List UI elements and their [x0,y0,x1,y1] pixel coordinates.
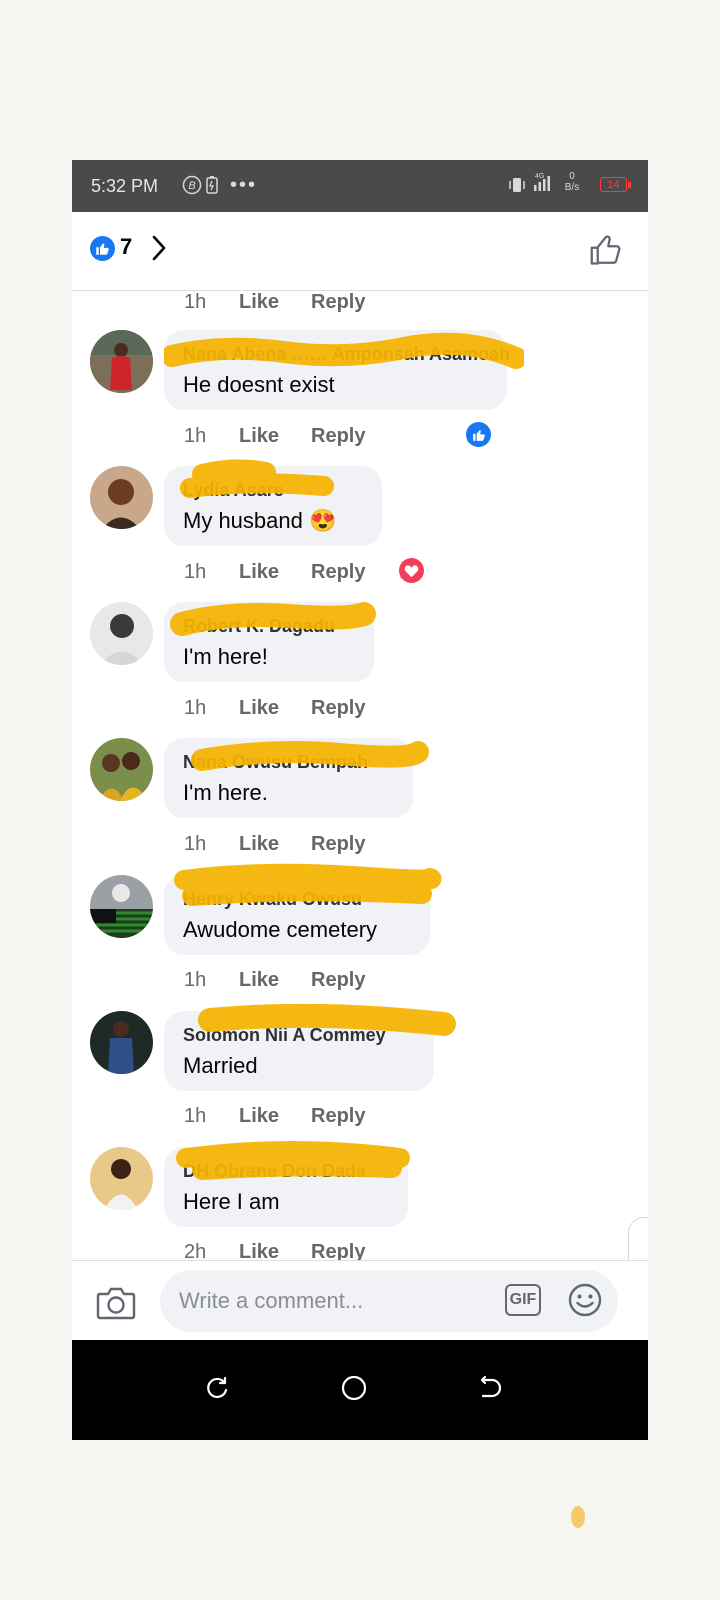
love-reaction-icon [399,558,424,583]
reply-button[interactable]: Reply [311,966,365,994]
reactions-header: 7 [72,212,648,291]
like-button[interactable]: Like [239,830,279,858]
comment-time: 1h [184,561,207,583]
system-navigation-bar [72,1340,648,1440]
commenter-name[interactable]: Nana Abena …… Amponsah Asamoah [183,344,510,365]
commenter-name[interactable]: Nana Owusu Bempah [183,752,368,773]
chevron-right-icon[interactable] [150,234,168,267]
comment-meta: 1h Like Reply 1 [184,558,484,586]
comment-time: 1h [184,697,207,719]
comment-input[interactable] [160,1270,618,1332]
signal-icon: 4G [531,171,555,200]
status-time: 5:32 PM [91,176,159,196]
comment-meta: 1h Like Reply [184,694,404,722]
emoji-icon[interactable] [567,1282,603,1323]
avatar[interactable] [90,466,153,529]
back-icon[interactable] [476,1374,504,1407]
comment-meta: 1h Like Reply [184,830,404,858]
comment-bubble[interactable]: Robert K. Dagadu I'm here! [164,602,374,682]
network-speed: 0 B/s [561,171,583,193]
commenter-name[interactable]: Robert K. Dagadu [183,616,335,637]
comment-text: Awudome cemetery [183,917,378,942]
reply-button[interactable]: Reply [311,1238,365,1260]
comment-bubble[interactable]: Lydia Asare My husband 😍 [164,466,382,546]
comment-meta: 2h Like Reply [184,1238,404,1260]
avatar[interactable] [90,1147,153,1210]
avatar[interactable] [90,1011,153,1074]
comment-time: 1h [184,969,207,991]
comment-text: My husband 😍 [183,508,337,533]
bluetooth-icon: B [182,175,202,200]
reply-button[interactable]: Reply [311,830,365,858]
reaction-count[interactable]: 7 [120,234,132,260]
comment-bubble[interactable]: Henry Kwaku Owusu Awudome cemetery [164,875,430,955]
comment-time: 1h [184,291,207,313]
comments-list[interactable]: 1h Like Reply Nana Abena …… Amponsah Asa… [72,290,648,1260]
vibrate-icon [508,175,526,200]
avatar[interactable] [90,602,153,665]
camera-icon[interactable] [96,1285,136,1326]
comment-text: He doesnt exist [183,372,335,397]
comment-text: I'm here! [183,644,268,669]
like-post-button[interactable] [588,232,624,273]
reply-button[interactable]: Reply [311,558,365,586]
more-notifications-icon: ••• [230,174,258,196]
comment-meta: 1h Like Reply [184,1102,404,1130]
comment-meta: 1h Like Reply [184,966,404,994]
like-reaction-icon [466,422,491,447]
like-button[interactable]: Like [239,966,279,994]
comment-text: Married [183,1053,258,1078]
like-button[interactable]: Like [239,290,279,316]
like-button[interactable]: Like [239,1102,279,1130]
decorative-dot [571,1506,585,1528]
status-bar: 5:32 PM B ••• 4G 0 B/s 14 [72,160,648,212]
like-button[interactable]: Like [239,558,279,586]
reply-button[interactable]: Reply [311,1102,365,1130]
comment-time: 1h [184,833,207,855]
reply-button[interactable]: Reply [311,290,365,316]
recent-apps-icon[interactable] [204,1374,232,1407]
network-speed-unit: B/s [564,182,580,193]
commenter-name[interactable]: Henry Kwaku Owusu [183,889,362,910]
like-reaction-icon [90,236,115,261]
phone-screen: 5:32 PM B ••• 4G 0 B/s 14 7 1h Like Repl… [72,160,648,1440]
commenter-name[interactable]: Solomon Nii A Commey [183,1025,386,1046]
comment-text: Here I am [183,1189,280,1214]
comment-bubble[interactable]: Nana Owusu Bempah I'm here. [164,738,413,818]
network-speed-value: 0 [569,171,575,182]
gif-button[interactable]: GIF [505,1284,541,1316]
avatar[interactable] [90,330,153,393]
reply-button[interactable]: Reply [311,422,365,450]
like-button[interactable]: Like [239,694,279,722]
reply-button[interactable]: Reply [311,694,365,722]
like-button[interactable]: Like [239,422,279,450]
like-button[interactable]: Like [239,1238,279,1260]
battery-indicator: 14 [600,177,631,192]
battery-saver-icon [206,175,218,200]
comment-composer: GIF [72,1260,648,1341]
commenter-name[interactable]: Lydia Asare [183,480,284,501]
home-icon[interactable] [340,1374,368,1407]
avatar[interactable] [90,875,153,938]
commenter-name[interactable]: DH Obrane Don Dada [183,1161,366,1182]
comment-time: 1h [184,1105,207,1127]
svg-text:B: B [188,180,195,192]
comment-bubble[interactable]: DH Obrane Don Dada Here I am [164,1147,408,1227]
comment-text: I'm here. [183,780,268,805]
comment-time: 1h [184,425,207,447]
comment-bubble[interactable]: Nana Abena …… Amponsah Asamoah He doesnt… [164,330,510,410]
avatar[interactable] [90,738,153,801]
comment-bubble[interactable]: Solomon Nii A Commey Married [164,1011,434,1091]
comment-meta: 1h Like Reply 1 [184,422,524,450]
comment-time: 2h [184,1241,207,1260]
network-type: 4G [535,173,544,180]
comments-sheet: 7 1h Like Reply Nana Abena …… Amponsah A… [72,212,648,1440]
